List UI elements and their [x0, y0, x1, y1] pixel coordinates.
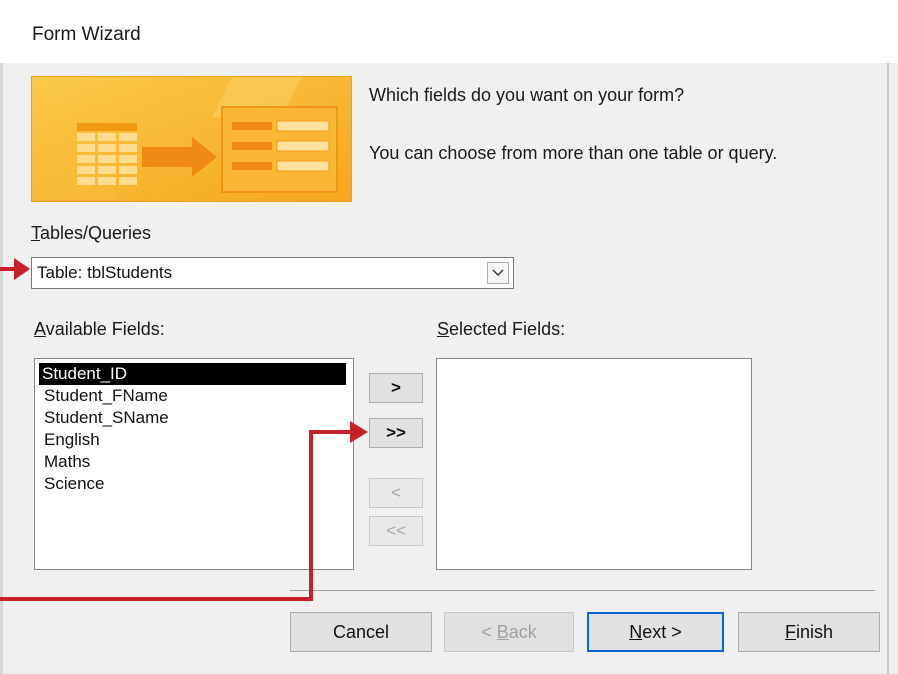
wizard-illustration: [31, 76, 352, 202]
title-bar: Form Wizard: [0, 0, 898, 63]
footer-separator: [290, 590, 875, 591]
list-item[interactable]: Student_SName: [41, 407, 172, 429]
form-wizard-window: Form Wizard Which fields do you want on …: [0, 0, 898, 674]
window-left-border: [0, 63, 3, 674]
remove-all-fields-button[interactable]: <<: [369, 516, 423, 546]
list-item[interactable]: Student_FName: [41, 385, 171, 407]
window-right-border: [887, 63, 889, 674]
selected-fields-label: Selected Fields:: [437, 319, 566, 339]
list-item[interactable]: English: [41, 429, 103, 451]
tables-queries-label: Tables/Queries: [31, 223, 152, 243]
tables-queries-combobox[interactable]: Table: tblStudents: [31, 257, 514, 289]
back-button[interactable]: < Back: [444, 612, 574, 652]
tables-queries-value: Table: tblStudents: [37, 263, 173, 282]
add-all-fields-button[interactable]: >>: [369, 418, 423, 448]
available-fields-list[interactable]: Student_ID Student_FName Student_SName E…: [34, 358, 354, 570]
chevron-down-icon: [492, 269, 504, 276]
selected-fields-list[interactable]: [436, 358, 752, 570]
window-title: Form Wizard: [32, 24, 141, 45]
wizard-hint: You can choose from more than one table …: [369, 143, 778, 163]
add-field-button[interactable]: >: [369, 373, 423, 403]
cancel-button[interactable]: Cancel: [290, 612, 432, 652]
remove-field-button[interactable]: <: [369, 478, 423, 508]
combobox-dropdown-button[interactable]: [487, 262, 509, 284]
available-fields-label: Available Fields:: [34, 319, 165, 339]
wizard-question: Which fields do you want on your form?: [369, 85, 685, 105]
finish-button[interactable]: Finish: [738, 612, 880, 652]
list-item[interactable]: Maths: [41, 451, 93, 473]
next-button[interactable]: Next >: [587, 612, 724, 652]
list-item[interactable]: Student_ID: [39, 363, 346, 385]
list-item[interactable]: Science: [41, 473, 107, 495]
